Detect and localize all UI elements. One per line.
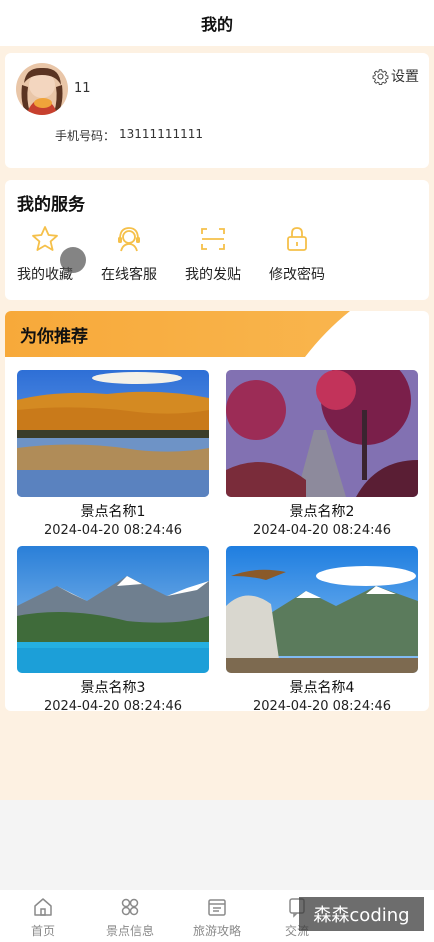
spot-date: 2024-04-20 08:24:46 — [252, 523, 392, 538]
star-icon — [32, 226, 58, 251]
spot-image — [17, 370, 209, 497]
scan-post-icon — [201, 228, 225, 250]
profile-card: 11 设置 手机号码： 13111111111 — [5, 53, 429, 168]
spot-name: 景点名称1 — [80, 504, 146, 520]
recommend-banner: 为你推荐 — [5, 311, 429, 357]
service-my-posts[interactable]: 我的发贴 — [173, 224, 253, 284]
touch-indicator — [60, 247, 86, 273]
service-online-support[interactable]: 在线客服 — [89, 224, 169, 284]
spot-card[interactable]: 景点名称3 2024-04-20 08:24:46 — [17, 546, 209, 714]
spot-date: 2024-04-20 08:24:46 — [43, 523, 183, 538]
tab-label: 首页 — [30, 924, 55, 938]
spot-date: 2024-04-20 08:24:46 — [252, 699, 392, 714]
tab-home[interactable]: 首页 — [8, 896, 78, 939]
tab-label: 旅游攻略 — [192, 924, 241, 938]
tab-label: 景点信息 — [105, 924, 154, 938]
avatar[interactable] — [16, 63, 68, 115]
page-header: 我的 — [0, 0, 434, 46]
watermark: 森森coding — [299, 897, 424, 931]
phone-row: 手机号码： 13111111111 — [55, 127, 203, 144]
gear-icon — [372, 68, 389, 85]
service-label: 我的发贴 — [185, 267, 241, 283]
username: 11 — [74, 81, 91, 96]
tab-spot-info[interactable]: 景点信息 — [95, 896, 165, 939]
spot-card[interactable]: 景点名称2 2024-04-20 08:24:46 — [226, 370, 418, 538]
customer-service-icon — [118, 227, 140, 252]
services-card: 我的服务 我的收藏 在线客服 我的发贴 修改密码 — [5, 180, 429, 300]
phone-value: 13111111111 — [119, 127, 203, 141]
phone-label: 手机号码： — [55, 129, 116, 143]
service-change-password[interactable]: 修改密码 — [257, 224, 337, 284]
page-title: 我的 — [200, 15, 233, 34]
settings-button[interactable]: 设置 — [372, 66, 419, 86]
spot-date: 2024-04-20 08:24:46 — [43, 699, 183, 714]
avatar-image — [16, 63, 68, 115]
spot-image — [226, 370, 418, 497]
lock-icon — [287, 227, 307, 251]
recommend-card: 为你推荐 景点名称1 2024-04-20 08:24:46 景点名称2 202… — [5, 311, 429, 714]
spot-card[interactable]: 景点名称1 2024-04-20 08:24:46 — [17, 370, 209, 538]
tab-travel-guide[interactable]: 旅游攻略 — [182, 896, 252, 939]
home-icon — [34, 898, 52, 916]
spot-card[interactable]: 景点名称4 2024-04-20 08:24:46 — [226, 546, 418, 714]
calendar-icon — [208, 899, 226, 916]
settings-label: 设置 — [391, 69, 419, 85]
spot-image — [226, 546, 418, 673]
recommend-title: 为你推荐 — [20, 327, 88, 347]
service-label: 在线客服 — [101, 267, 157, 283]
spot-name: 景点名称2 — [289, 504, 355, 520]
services-title: 我的服务 — [17, 195, 85, 215]
spot-image — [17, 546, 209, 673]
grid-icon — [121, 898, 139, 916]
spot-name: 景点名称3 — [80, 680, 146, 696]
service-label: 修改密码 — [269, 267, 325, 283]
spot-name: 景点名称4 — [289, 680, 355, 696]
